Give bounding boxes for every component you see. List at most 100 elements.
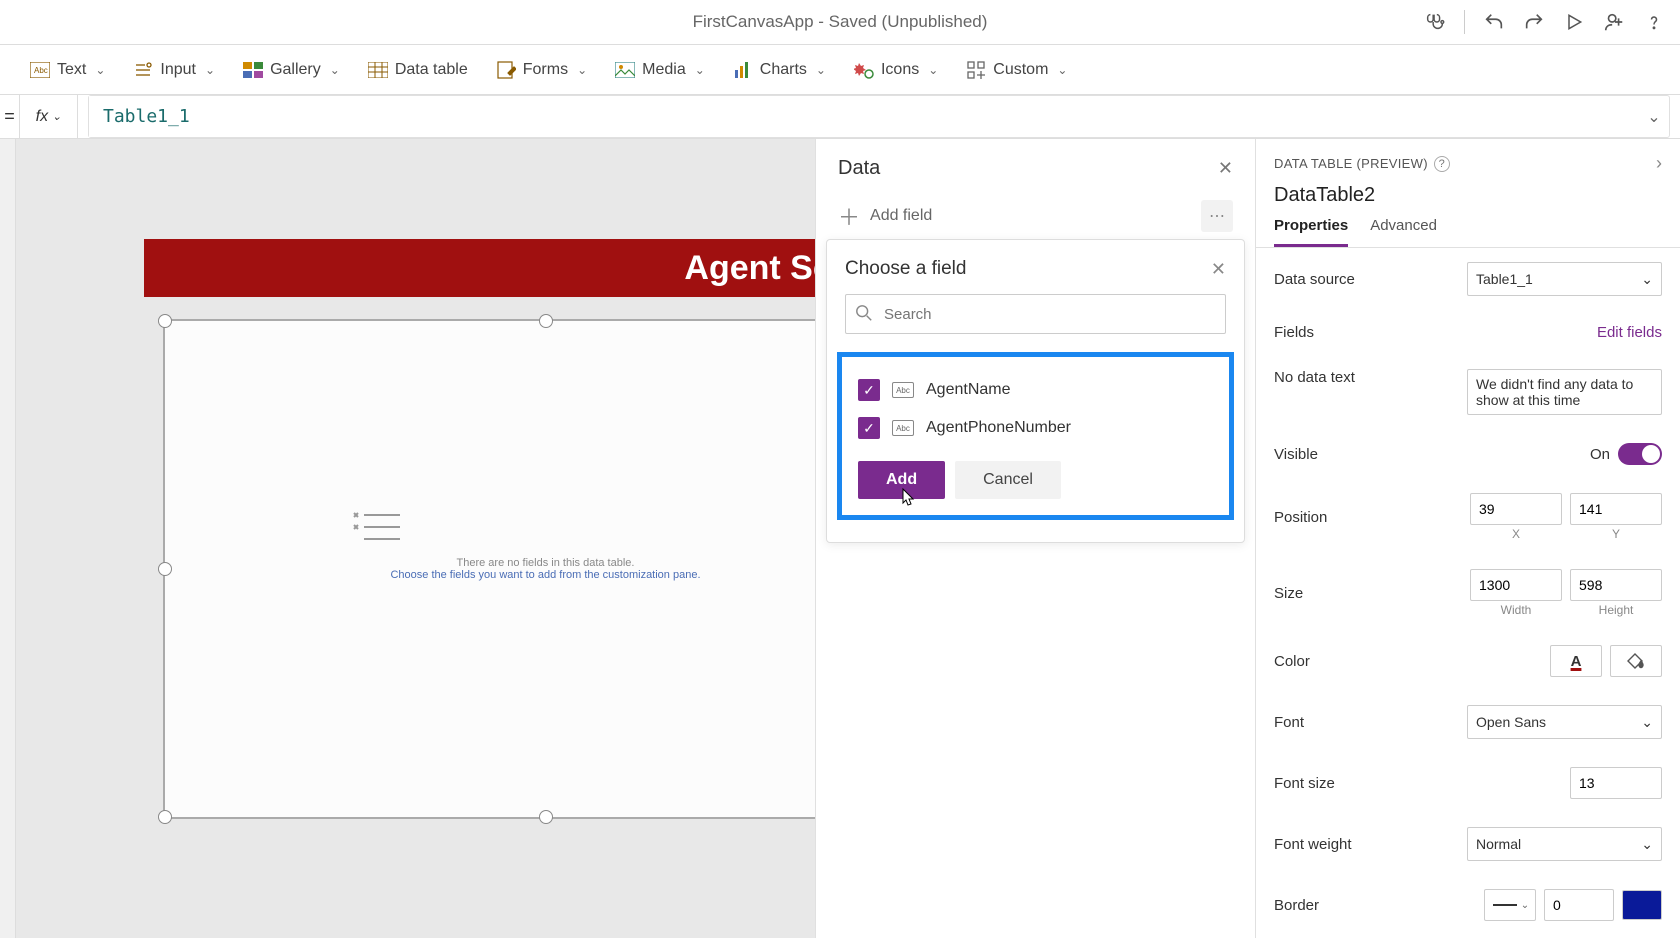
- undo-icon[interactable]: [1483, 11, 1505, 33]
- y-label: Y: [1612, 527, 1620, 541]
- font-color-picker[interactable]: A: [1550, 645, 1602, 677]
- ribbon-media[interactable]: Media⌄: [615, 60, 705, 80]
- empty-text-1: There are no fields in this data table.: [346, 557, 746, 569]
- share-icon[interactable]: [1603, 11, 1625, 33]
- resize-handle-sw[interactable]: [158, 810, 172, 824]
- prop-label: Font: [1274, 714, 1304, 731]
- nodatatext-input[interactable]: We didn't find any data to show at this …: [1467, 369, 1662, 415]
- border-width-input[interactable]: [1544, 889, 1614, 921]
- ribbon-custom-label: Custom: [993, 61, 1048, 79]
- datatable-empty: There are no fields in this data table. …: [346, 507, 746, 581]
- field-search-input[interactable]: [845, 294, 1226, 334]
- resize-handle-nw[interactable]: [158, 314, 172, 328]
- font-select[interactable]: Open Sans ⌄: [1467, 705, 1662, 739]
- custom-icon: [966, 60, 986, 80]
- left-rail: [0, 139, 16, 938]
- canvas-area[interactable]: Agent Screen There are no fields in this…: [16, 139, 815, 938]
- prop-fields: Fields Edit fields: [1256, 310, 1680, 355]
- prop-datasource: Data source Table1_1 ⌄: [1256, 248, 1680, 310]
- data-pane: Data ✕ ＋ Add field ⋯ Choose a field ✕: [815, 139, 1255, 938]
- health-icon[interactable]: [1424, 11, 1446, 33]
- datasource-select[interactable]: Table1_1 ⌄: [1467, 262, 1662, 296]
- prop-fontweight: Font weight Normal ⌄: [1256, 813, 1680, 875]
- tab-properties[interactable]: Properties: [1274, 217, 1348, 247]
- ribbon-gallery[interactable]: Gallery⌄: [243, 60, 340, 80]
- formula-input[interactable]: [89, 96, 1639, 137]
- chevron-down-icon: ⌄: [695, 63, 705, 77]
- checkbox-checked-icon[interactable]: ✓: [858, 417, 880, 439]
- ribbon-input[interactable]: Input⌄: [133, 60, 215, 80]
- prop-nodatatext: No data text We didn't find any data to …: [1256, 355, 1680, 429]
- chevron-right-icon[interactable]: ›: [1656, 153, 1662, 174]
- divider: [1464, 10, 1465, 34]
- prop-label: Position: [1274, 509, 1327, 526]
- ribbon-custom[interactable]: Custom⌄: [966, 60, 1067, 80]
- resize-handle-w[interactable]: [158, 562, 172, 576]
- section-title-text: DATA TABLE (PREVIEW): [1274, 156, 1428, 171]
- empty-text-2: Choose the fields you want to add from t…: [346, 569, 746, 581]
- prop-label: Border: [1274, 897, 1319, 914]
- formula-input-wrap: ⌄: [88, 95, 1670, 138]
- resize-handle-s[interactable]: [539, 810, 553, 824]
- redo-icon[interactable]: [1523, 11, 1545, 33]
- formula-expand-icon[interactable]: ⌄: [1639, 96, 1669, 137]
- edit-fields-link[interactable]: Edit fields: [1597, 324, 1662, 341]
- ribbon-charts[interactable]: Charts⌄: [733, 60, 826, 80]
- ribbon-icons[interactable]: Icons⌄: [854, 60, 938, 80]
- size-height-input[interactable]: [1570, 569, 1662, 601]
- cancel-button[interactable]: Cancel: [955, 461, 1061, 499]
- play-icon[interactable]: [1563, 11, 1585, 33]
- font-value: Open Sans: [1476, 714, 1546, 730]
- control-name[interactable]: DataTable2: [1256, 180, 1680, 207]
- ribbon-text[interactable]: Abc Text⌄: [30, 60, 105, 80]
- border-style-picker[interactable]: ⌄: [1484, 889, 1536, 921]
- ribbon-datatable[interactable]: Data table: [368, 60, 468, 80]
- resize-handle-n[interactable]: [539, 314, 553, 328]
- data-pane-title: Data: [838, 157, 880, 180]
- field-option-agentname[interactable]: ✓ Abc AgentName: [854, 371, 1217, 409]
- main-area: Agent Screen There are no fields in this…: [0, 139, 1680, 938]
- tutorial-highlight: ✓ Abc AgentName ✓ Abc AgentPhoneNumber A…: [837, 352, 1234, 520]
- fill-color-picker[interactable]: [1610, 645, 1662, 677]
- width-label: Width: [1501, 603, 1532, 617]
- chevron-down-icon: ⌄: [928, 63, 938, 77]
- help-icon[interactable]: [1643, 11, 1665, 33]
- prop-position: Position X Y: [1256, 479, 1680, 555]
- add-field-button[interactable]: ＋ Add field: [838, 200, 932, 232]
- search-icon: [855, 304, 873, 322]
- plus-icon: ＋: [838, 200, 860, 232]
- add-field-label: Add field: [870, 207, 932, 225]
- size-width-input[interactable]: [1470, 569, 1562, 601]
- fontweight-select[interactable]: Normal ⌄: [1467, 827, 1662, 861]
- svg-text:Abc: Abc: [34, 66, 48, 75]
- position-y-input[interactable]: [1570, 493, 1662, 525]
- ribbon-forms[interactable]: Forms ⌄: [496, 60, 587, 80]
- close-icon[interactable]: ✕: [1211, 259, 1226, 280]
- popover-buttons: Add Cancel: [854, 461, 1217, 499]
- visible-toggle[interactable]: [1618, 443, 1662, 465]
- close-icon[interactable]: ✕: [1218, 158, 1233, 179]
- chevron-down-icon: ⌄: [330, 63, 340, 77]
- chevron-down-icon: ⌄: [205, 63, 215, 77]
- datatable-selection[interactable]: There are no fields in this data table. …: [163, 319, 815, 819]
- field-option-agentphone[interactable]: ✓ Abc AgentPhoneNumber: [854, 409, 1217, 447]
- prop-label: Font weight: [1274, 836, 1352, 853]
- fontsize-input[interactable]: [1570, 767, 1662, 799]
- tab-advanced[interactable]: Advanced: [1370, 217, 1437, 247]
- chevron-down-icon: ⌄: [577, 63, 587, 77]
- ribbon-forms-label: Forms: [523, 61, 568, 79]
- ribbon-charts-label: Charts: [760, 61, 807, 79]
- prop-label: Visible: [1274, 446, 1318, 463]
- properties-pane: DATA TABLE (PREVIEW) ? › DataTable2 Prop…: [1255, 139, 1680, 938]
- checkbox-checked-icon[interactable]: ✓: [858, 379, 880, 401]
- help-icon[interactable]: ?: [1434, 156, 1450, 172]
- formula-bar: = fx⌄ ⌄: [0, 95, 1680, 139]
- text-icon: Abc: [30, 60, 50, 80]
- field-label: AgentName: [926, 381, 1011, 399]
- more-icon[interactable]: ⋯: [1201, 200, 1233, 232]
- input-icon: [133, 60, 153, 80]
- border-color-picker[interactable]: [1622, 890, 1662, 920]
- position-x-input[interactable]: [1470, 493, 1562, 525]
- popover-header: Choose a field ✕: [845, 258, 1226, 280]
- fx-button[interactable]: fx⌄: [20, 95, 78, 138]
